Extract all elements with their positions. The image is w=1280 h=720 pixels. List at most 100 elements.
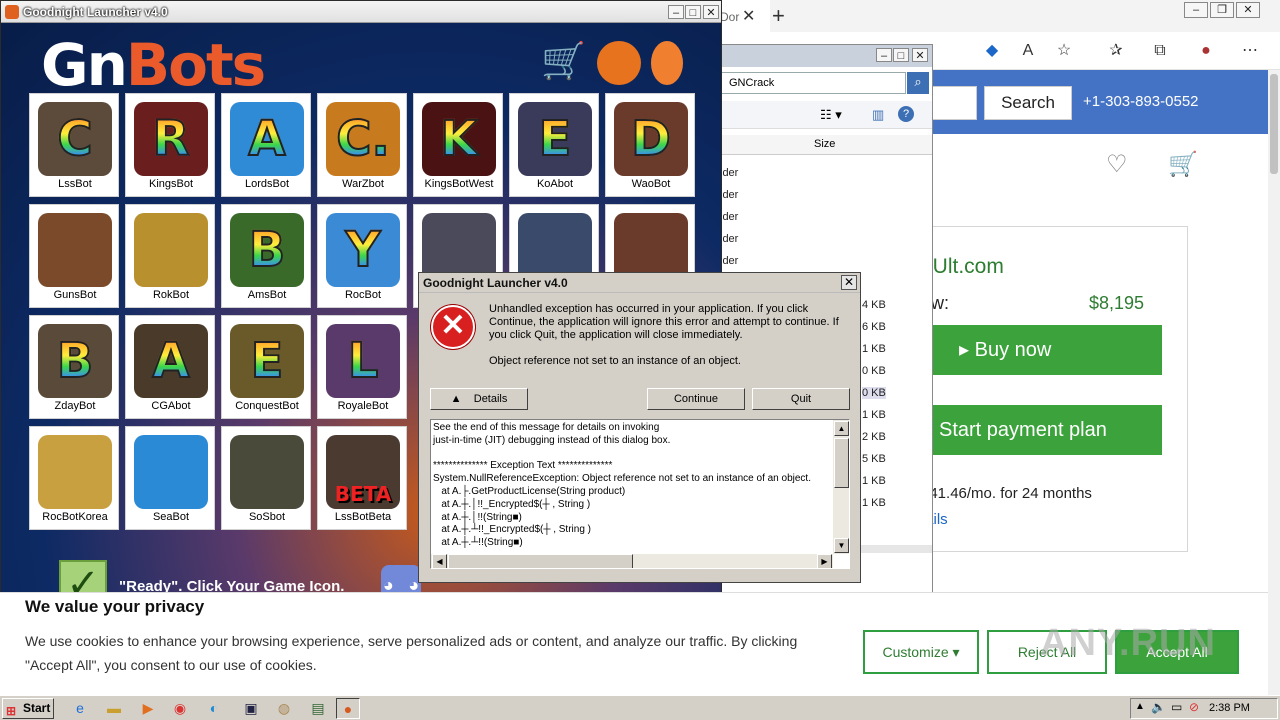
favorites-icon[interactable]: ✰ (1106, 41, 1126, 61)
profile-icon[interactable]: ● (1196, 41, 1216, 61)
column-size[interactable]: Size (814, 138, 835, 150)
close-icon[interactable]: ✕ (703, 5, 719, 19)
search-icon[interactable]: ⌕ (907, 72, 929, 94)
game-tile[interactable]: C. WarZbot (317, 93, 407, 197)
buy-now-button[interactable]: ▸ Buy now (921, 325, 1162, 375)
close-icon[interactable]: ✕ (841, 275, 857, 290)
scroll-down-icon[interactable]: ▼ (834, 538, 849, 553)
restore-icon[interactable]: ❐ (1210, 2, 1234, 18)
list-item[interactable]: lder (720, 167, 738, 179)
media-player-icon[interactable]: ▶ (136, 698, 160, 719)
customize-button[interactable]: Customize ▾ (863, 630, 979, 674)
ie-icon[interactable]: e (68, 698, 92, 719)
game-label: RocBotKorea (42, 511, 108, 523)
game-tile[interactable]: D WaoBot (605, 93, 695, 197)
game-tile[interactable]: E ConquestBot (221, 315, 311, 419)
game-tile[interactable]: SeaBot (125, 426, 215, 530)
game-tile[interactable]: RocBotKorea (29, 426, 119, 530)
payment-plan-button[interactable]: Start payment plan (921, 405, 1162, 455)
new-tab-icon[interactable]: + (772, 3, 785, 29)
scroll-up-icon[interactable]: ▲ (834, 421, 849, 436)
price-card: eUlt.com ow: $8,195 ▸ Buy now Start paym… (920, 226, 1188, 552)
read-aloud-icon[interactable]: A (1018, 41, 1038, 61)
game-label: SoSbot (248, 511, 286, 523)
game-icon: K (422, 102, 496, 176)
taskbar-app-icon[interactable]: ◍ (272, 698, 296, 719)
scrollbar-thumb[interactable] (448, 554, 633, 568)
game-tile[interactable]: E KoAbot (509, 93, 599, 197)
scroll-left-icon[interactable]: ◀ (432, 554, 447, 568)
add-favorite-icon[interactable]: ☆ (1054, 41, 1074, 61)
list-item[interactable]: lder (720, 189, 738, 201)
game-tile[interactable]: B ZdayBot (29, 315, 119, 419)
edge-icon[interactable]: ◐ (202, 698, 226, 719)
continue-button[interactable]: Continue (647, 388, 745, 410)
close-tab-icon[interactable]: ✕ (742, 6, 755, 26)
collections-icon[interactable]: ⧉ (1150, 41, 1170, 61)
game-tile[interactable]: RokBot (125, 204, 215, 308)
game-icon: A (230, 102, 304, 176)
network-icon[interactable]: ▭ (1171, 700, 1182, 714)
game-tile[interactable]: C LssBot (29, 93, 119, 197)
preview-pane-icon[interactable]: ▥ (872, 107, 884, 123)
list-item[interactable]: lder (720, 211, 738, 223)
quit-button[interactable]: Quit (752, 388, 850, 410)
security-icon[interactable]: ⊘ (1189, 700, 1199, 714)
chevron-up-icon[interactable]: ▲ (1135, 701, 1145, 712)
maximize-icon[interactable]: □ (893, 48, 909, 62)
taskbar-app-icon[interactable]: ▤ (306, 698, 330, 719)
cart-icon[interactable]: 🛒 (541, 39, 586, 83)
view-options-icon[interactable]: ☷ ▾ (820, 107, 842, 123)
globe-icon[interactable] (597, 41, 641, 85)
lightbulb-icon[interactable] (651, 41, 683, 85)
start-button[interactable]: ⊞ Start (2, 698, 54, 719)
shield-icon[interactable]: ◆ (982, 41, 1002, 61)
launcher-taskbar-icon[interactable]: ● (336, 698, 360, 719)
help-icon[interactable]: ? (898, 106, 914, 122)
game-label: AmsBot (247, 289, 287, 301)
scrollbar-thumb[interactable] (1270, 74, 1278, 174)
details-textbox[interactable]: See the end of this message for details … (430, 419, 850, 569)
game-tile[interactable]: B AmsBot (221, 204, 311, 308)
game-tile[interactable]: SoSbot (221, 426, 311, 530)
game-icon: L (326, 324, 400, 398)
cart-icon[interactable]: 🛒 (1168, 150, 1198, 179)
scroll-right-icon[interactable]: ▶ (817, 554, 832, 568)
minimize-icon[interactable]: – (668, 5, 684, 19)
folder-icon[interactable]: ▬ (102, 698, 126, 719)
game-letter: C. (335, 110, 390, 168)
horizontal-scrollbar[interactable]: ◀ ▶ (431, 554, 833, 568)
error-message: Unhandled exception has occurred in your… (489, 303, 839, 341)
browser-scrollbar[interactable] (1268, 70, 1280, 695)
explorer-address-bar[interactable]: GNCrack (716, 72, 906, 94)
game-tile[interactable]: Y RocBot (317, 204, 407, 308)
scrollbar-thumb[interactable] (834, 438, 849, 488)
game-label: SeaBot (152, 511, 190, 523)
game-tile[interactable]: BETA LssBotBeta (317, 426, 407, 530)
close-icon[interactable]: ✕ (1236, 2, 1260, 18)
minimize-icon[interactable]: – (1184, 2, 1208, 18)
chrome-icon[interactable]: ◉ (168, 698, 192, 719)
windows-icon: ⊞ (6, 704, 17, 718)
game-tile[interactable]: A CGAbot (125, 315, 215, 419)
game-tile[interactable]: K KingsBotWest (413, 93, 503, 197)
game-tile[interactable]: GunsBot (29, 204, 119, 308)
heart-icon[interactable]: ♡ (1106, 150, 1128, 179)
close-icon[interactable]: ✕ (912, 48, 928, 62)
volume-icon[interactable]: 🔈 (1151, 700, 1166, 714)
details-button[interactable]: ▲ Details (430, 388, 528, 410)
list-item[interactable]: lder (720, 233, 738, 245)
list-item[interactable]: lder (720, 255, 738, 267)
game-tile[interactable]: A LordsBot (221, 93, 311, 197)
game-label: RoyaleBot (337, 400, 389, 412)
vertical-scrollbar[interactable]: ▲ ▼ (833, 420, 849, 554)
search-button[interactable]: Search (984, 86, 1072, 120)
maximize-icon[interactable]: □ (685, 5, 701, 19)
game-tile[interactable]: L RoyaleBot (317, 315, 407, 419)
game-icon (134, 435, 208, 509)
game-tile[interactable]: R KingsBot (125, 93, 215, 197)
more-icon[interactable]: ⋯ (1240, 41, 1260, 61)
game-icon: BETA (326, 435, 400, 509)
minimize-icon[interactable]: – (876, 48, 892, 62)
taskbar-app-icon[interactable]: ▣ (236, 698, 266, 719)
